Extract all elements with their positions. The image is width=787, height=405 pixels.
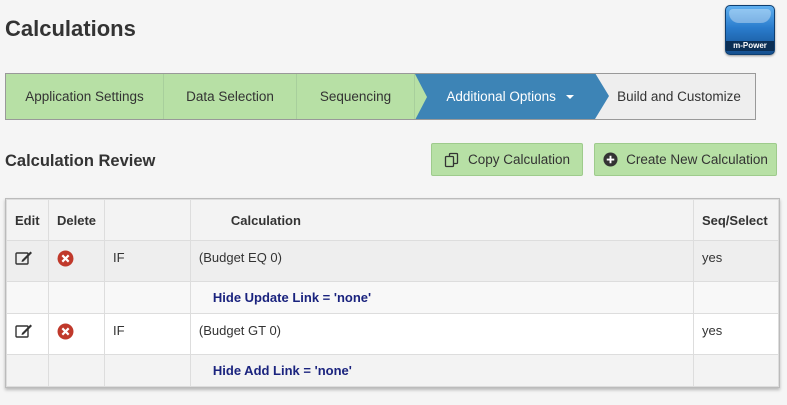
wizard-step-label: Data Selection bbox=[186, 89, 274, 104]
section-title: Calculation Review bbox=[5, 152, 156, 170]
seq-select-cell: yes bbox=[692, 240, 780, 282]
delete-icon[interactable] bbox=[57, 250, 74, 270]
table-header-row: Edit Delete Calculation Seq/Select bbox=[6, 199, 780, 241]
condition-cell: (Budget EQ 0) bbox=[189, 240, 694, 282]
wizard-step-label: Sequencing bbox=[319, 89, 392, 104]
type-cell: IF bbox=[104, 240, 191, 282]
delete-cell bbox=[47, 313, 106, 355]
seq-select-cell: yes bbox=[692, 313, 780, 355]
caret-down-icon bbox=[565, 95, 574, 100]
wizard-step-build-and-customize[interactable]: Build and Customize bbox=[609, 74, 755, 119]
wizard-step-data-selection[interactable]: Data Selection bbox=[164, 74, 297, 119]
column-header-edit: Edit bbox=[6, 199, 49, 241]
table-row: Hide Update Link = 'none' bbox=[6, 281, 780, 314]
wizard-step-application-settings[interactable]: Application Settings bbox=[6, 74, 164, 119]
create-new-calculation-button[interactable]: Create New Calculation bbox=[594, 143, 777, 176]
copy-calculation-button[interactable]: Copy Calculation bbox=[431, 143, 583, 176]
column-header-calculation: Calculation bbox=[189, 199, 694, 241]
edit-icon[interactable] bbox=[15, 323, 33, 342]
mpower-logo: m-Power bbox=[725, 5, 775, 55]
logo-text: m-Power bbox=[726, 41, 774, 51]
page-title: Calculations bbox=[5, 16, 136, 41]
wizard-step-label: Additional Options bbox=[446, 89, 556, 104]
wizard-step-label: Build and Customize bbox=[617, 89, 741, 104]
table-row: IF (Budget EQ 0) yes bbox=[6, 240, 780, 282]
action-cell: Hide Add Link = 'none' bbox=[189, 354, 694, 387]
create-new-calculation-label: Create New Calculation bbox=[626, 152, 768, 167]
logo-shine bbox=[729, 9, 771, 23]
type-cell: IF bbox=[104, 313, 191, 355]
delete-icon[interactable] bbox=[57, 323, 74, 343]
condition-cell: (Budget GT 0) bbox=[189, 313, 694, 355]
table-row: Hide Add Link = 'none' bbox=[6, 354, 780, 387]
column-header-type bbox=[104, 199, 191, 241]
column-header-delete: Delete bbox=[47, 199, 106, 241]
calculation-table: Edit Delete Calculation Seq/Select IF (B… bbox=[5, 198, 780, 388]
wizard-step-label: Application Settings bbox=[25, 89, 144, 104]
wizard-step-additional-options[interactable]: Additional Options bbox=[415, 74, 595, 119]
edit-cell bbox=[6, 313, 49, 355]
plus-circle-icon bbox=[603, 152, 618, 167]
copy-calculation-label: Copy Calculation bbox=[467, 152, 571, 167]
wizard-steps: Application Settings Data Selection Sequ… bbox=[5, 73, 756, 120]
wizard-arrow-tip bbox=[595, 74, 609, 119]
edit-cell bbox=[6, 240, 49, 282]
delete-cell bbox=[47, 240, 106, 282]
column-header-seq-select: Seq/Select bbox=[692, 199, 780, 241]
action-cell: Hide Update Link = 'none' bbox=[189, 281, 694, 314]
edit-icon[interactable] bbox=[15, 250, 33, 269]
table-row: IF (Budget GT 0) yes bbox=[6, 313, 780, 355]
copy-icon bbox=[444, 152, 460, 168]
wizard-step-sequencing[interactable]: Sequencing bbox=[297, 74, 415, 119]
